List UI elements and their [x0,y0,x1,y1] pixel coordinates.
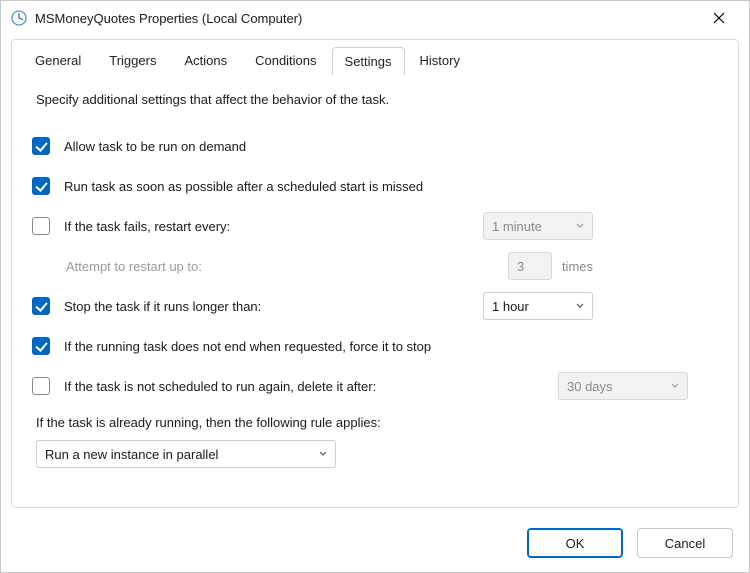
restart-attempt-count-value: 3 [517,259,524,274]
checkbox-restart-on-fail[interactable] [32,217,50,235]
input-restart-attempt-count: 3 [508,252,552,280]
tab-settings[interactable]: Settings [332,47,405,75]
settings-description: Specify additional settings that affect … [36,92,718,107]
row-restart-attempts: Attempt to restart up to: 3 times [66,255,718,277]
row-delete-after: If the task is not scheduled to run agai… [32,375,718,397]
tab-actions[interactable]: Actions [171,46,240,74]
close-icon [713,12,725,24]
checkbox-allow-on-demand[interactable] [32,137,50,155]
titlebar: MSMoneyQuotes Properties (Local Computer… [1,1,749,35]
close-button[interactable] [699,4,739,32]
select-restart-interval-value: 1 minute [492,219,566,234]
row-stop-if-longer: Stop the task if it runs longer than: 1 … [32,295,718,317]
label-stop-if-longer: Stop the task if it runs longer than: [64,299,261,314]
chevron-down-icon [576,302,584,310]
tab-conditions[interactable]: Conditions [242,46,329,74]
tabpage-settings: Specify additional settings that affect … [12,74,738,507]
select-stop-duration[interactable]: 1 hour [483,292,593,320]
tab-general[interactable]: General [22,46,94,74]
select-delete-duration: 30 days [558,372,688,400]
content-frame: General Triggers Actions Conditions Sett… [11,39,739,508]
cancel-button[interactable]: Cancel [637,528,733,558]
window-title: MSMoneyQuotes Properties (Local Computer… [35,11,699,26]
select-delete-duration-value: 30 days [567,379,661,394]
tabstrip: General Triggers Actions Conditions Sett… [12,46,738,74]
checkbox-force-stop[interactable] [32,337,50,355]
label-allow-on-demand: Allow task to be run on demand [64,139,246,154]
label-delete-after: If the task is not scheduled to run agai… [64,379,376,394]
label-restart-on-fail: If the task fails, restart every: [64,219,230,234]
task-scheduler-icon [11,10,27,26]
label-times: times [562,259,593,274]
checkbox-stop-if-longer[interactable] [32,297,50,315]
ok-button[interactable]: OK [527,528,623,558]
row-restart-on-fail: If the task fails, restart every: 1 minu… [32,215,718,237]
label-already-running: If the task is already running, then the… [36,415,718,430]
properties-window: MSMoneyQuotes Properties (Local Computer… [0,0,750,573]
label-force-stop: If the running task does not end when re… [64,339,431,354]
checkbox-run-asap[interactable] [32,177,50,195]
select-already-running-rule-value: Run a new instance in parallel [45,447,309,462]
tab-history[interactable]: History [407,46,473,74]
row-force-stop: If the running task does not end when re… [32,335,718,357]
label-restart-attempts: Attempt to restart up to: [66,259,202,274]
select-stop-duration-value: 1 hour [492,299,566,314]
row-run-asap: Run task as soon as possible after a sch… [32,175,718,197]
select-restart-interval: 1 minute [483,212,593,240]
chevron-down-icon [671,382,679,390]
checkbox-delete-after[interactable] [32,377,50,395]
select-already-running-rule[interactable]: Run a new instance in parallel [36,440,336,468]
label-run-asap: Run task as soon as possible after a sch… [64,179,423,194]
button-bar: OK Cancel [1,518,749,572]
row-allow-on-demand: Allow task to be run on demand [32,135,718,157]
tab-triggers[interactable]: Triggers [96,46,169,74]
chevron-down-icon [576,222,584,230]
chevron-down-icon [319,450,327,458]
